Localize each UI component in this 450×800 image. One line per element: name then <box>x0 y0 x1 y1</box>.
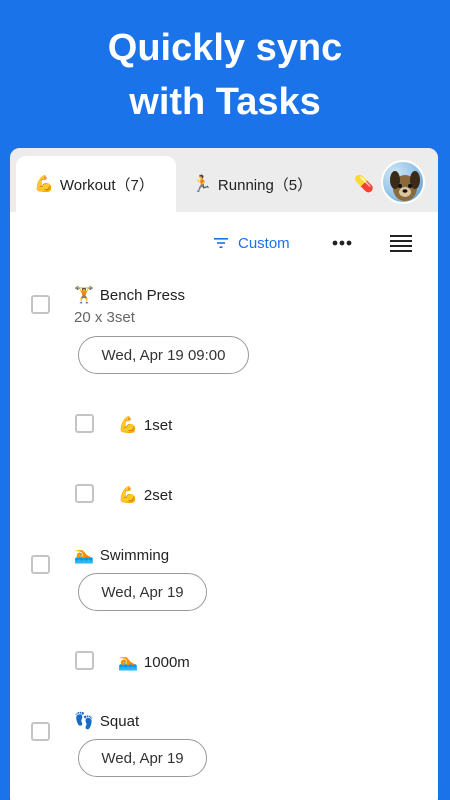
more-dots-icon <box>332 240 352 246</box>
headline-line-1: Quickly sync <box>107 27 343 69</box>
task-title-text: Bench Press <box>99 287 185 304</box>
tab-workout[interactable]: 💪 Workout（7） <box>16 156 176 212</box>
task-title-squat[interactable]: 👣 Squat <box>74 711 139 731</box>
flexed-bicep-icon: 💪 <box>118 487 138 504</box>
subtask-checkbox-2set[interactable] <box>75 484 94 503</box>
task-title-bench-press[interactable]: 🏋 Bench Press <box>74 285 185 305</box>
task-checkbox-squat[interactable] <box>31 722 50 741</box>
weightlifter-icon: 🏋 <box>74 287 94 304</box>
task-title-swimming[interactable]: 🏊 Swimming <box>74 545 169 565</box>
menu-lines-icon <box>390 235 412 252</box>
subtask-title-1000m[interactable]: 🏊 1000m <box>118 652 190 672</box>
task-title-text: Swimming <box>99 547 170 564</box>
pill-icon: 💊 <box>354 176 374 193</box>
task-checkbox-swimming[interactable] <box>31 555 50 574</box>
date-pill-squat[interactable]: Wed, Apr 19 <box>78 739 207 777</box>
subtask-checkbox-1000m[interactable] <box>75 651 94 670</box>
filter-icon <box>214 238 228 248</box>
runner-icon: 🏃 <box>192 176 212 193</box>
subtask-title-text: 1set <box>143 417 173 434</box>
tab-bar: 💪 Workout（7） 🏃 Running（5） 💊 <box>10 148 438 212</box>
subtask-title-1set[interactable]: 💪 1set <box>118 415 172 435</box>
more-options-button[interactable] <box>332 228 352 258</box>
menu-button[interactable] <box>390 228 412 258</box>
avatar[interactable] <box>381 160 425 204</box>
date-pill-swimming[interactable]: Wed, Apr 19 <box>78 573 207 611</box>
subtask-title-text: 1000m <box>143 654 190 671</box>
flexed-bicep-icon: 💪 <box>34 176 54 193</box>
headline-line-2: with Tasks <box>129 81 321 123</box>
subtask-checkbox-1set[interactable] <box>75 414 94 433</box>
task-checkbox-bench-press[interactable] <box>31 295 50 314</box>
filter-label: Custom <box>238 234 290 252</box>
footprints-icon: 👣 <box>74 713 94 730</box>
flexed-bicep-icon: 💪 <box>118 417 138 434</box>
dog-avatar-icon <box>390 171 420 201</box>
swimmer-icon: 🏊 <box>118 654 138 671</box>
tab-workout-label: Workout（7） <box>59 176 154 194</box>
date-pill-bench-press[interactable]: Wed, Apr 19 09:00 <box>78 336 249 374</box>
tasks-card: 💪 Workout（7） 🏃 Running（5） 💊 Custom 🏋 Ben… <box>10 148 438 800</box>
task-subtitle-bench-press: 20 x 3set <box>74 309 135 326</box>
tab-running[interactable]: 🏃 Running（5） <box>192 156 342 212</box>
subtask-title-text: 2set <box>143 487 173 504</box>
tab-pill[interactable]: 💊 <box>354 156 378 212</box>
tab-running-label: Running（5） <box>217 176 313 194</box>
filter-button[interactable]: Custom <box>214 228 290 258</box>
subtask-title-2set[interactable]: 💪 2set <box>118 485 172 505</box>
task-title-text: Squat <box>99 713 140 730</box>
swimmer-icon: 🏊 <box>74 547 94 564</box>
